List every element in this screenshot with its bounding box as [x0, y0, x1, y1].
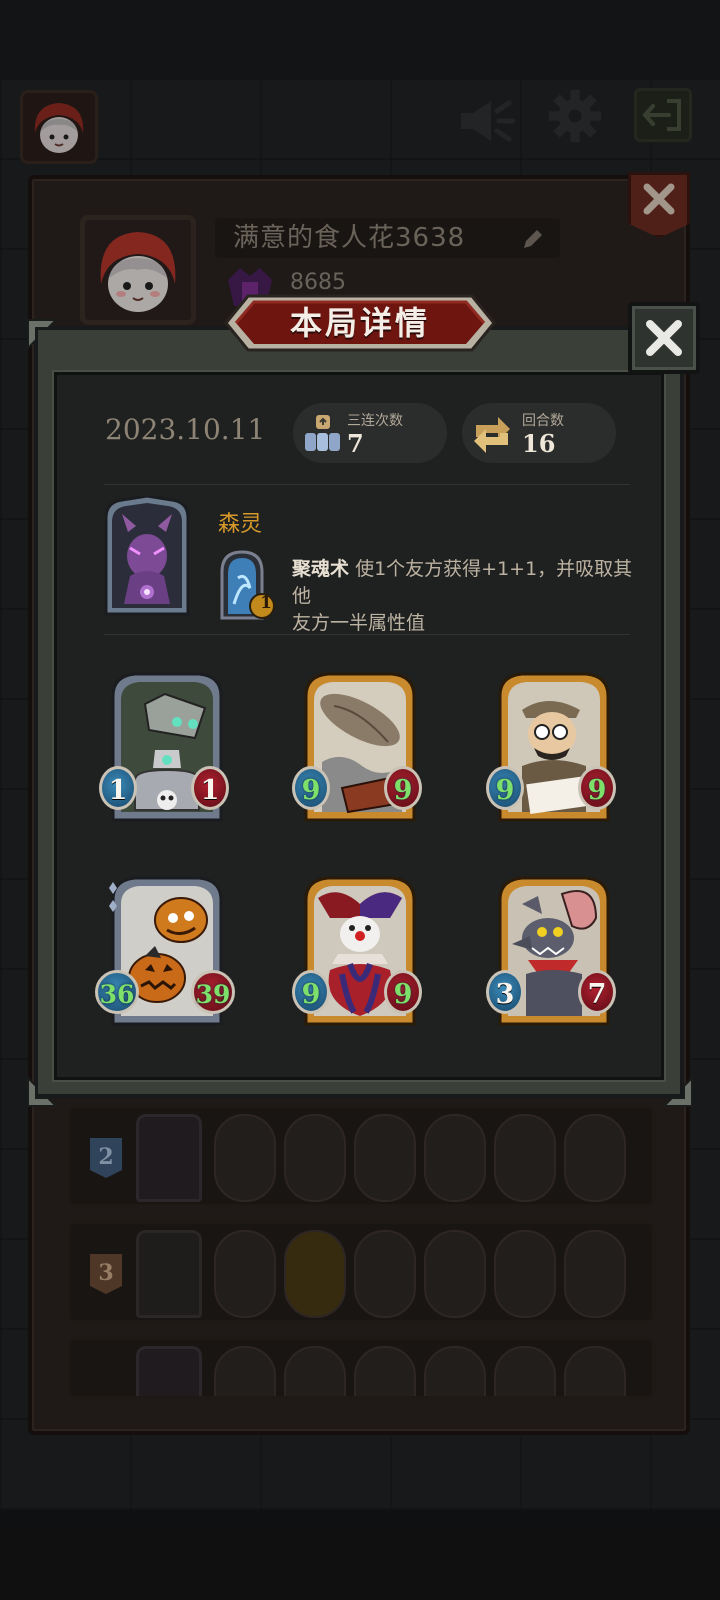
- divider: [104, 634, 630, 635]
- skill-description: 聚魂术 使1个友方获得+1+1，并吸取其他 友方一半属性值: [292, 556, 642, 637]
- wererat-card[interactable]: 3 7: [486, 874, 616, 1038]
- robot-hat-card[interactable]: 1 1: [99, 670, 229, 834]
- attack-stat: 9: [292, 766, 330, 810]
- attack-stat: 9: [292, 970, 330, 1014]
- skill-name: 聚魂术: [292, 558, 350, 580]
- stat-label: 三连次数: [347, 413, 403, 429]
- jester-card[interactable]: 9 9: [292, 874, 422, 1038]
- inventor-card[interactable]: 9 9: [486, 670, 616, 834]
- corner-ornament-icon: [661, 1075, 693, 1107]
- zeppelin-card[interactable]: 9 9: [292, 670, 422, 834]
- hero-portrait: [104, 496, 190, 616]
- stat-value: 16: [522, 429, 556, 458]
- pumpkin-card[interactable]: 36 39: [95, 874, 235, 1038]
- health-stat: 1: [191, 766, 229, 810]
- close-icon: [646, 320, 682, 356]
- round-count-stat: 回合数 16: [462, 403, 616, 463]
- attack-stat: 9: [486, 766, 524, 810]
- stat-label: 回合数: [522, 413, 564, 429]
- corner-ornament-icon: [27, 1075, 59, 1107]
- divider: [104, 484, 630, 485]
- status-bar-area: [0, 0, 720, 80]
- stat-value: 7: [347, 429, 364, 458]
- corner-ornament-icon: [27, 319, 59, 351]
- attack-stat: 3: [486, 970, 524, 1014]
- skill-desc-line-2: 友方一半属性值: [292, 612, 426, 634]
- health-stat: 39: [191, 970, 235, 1014]
- attack-stat: 1: [99, 766, 137, 810]
- triple-count-stat: 三连次数 7: [293, 403, 447, 463]
- health-stat: 7: [578, 970, 616, 1014]
- match-date: 2023.10.11: [105, 413, 266, 446]
- health-stat: 9: [578, 766, 616, 810]
- hero-name: 森灵: [218, 512, 263, 537]
- modal-title: 本局详情: [289, 304, 430, 342]
- rounds-arrows-icon: [474, 417, 510, 453]
- skill-cost: 1: [260, 593, 272, 613]
- attack-stat: 36: [95, 970, 139, 1014]
- modal-close-button[interactable]: [628, 302, 700, 374]
- triple-units-icon: [305, 415, 340, 451]
- health-stat: 9: [384, 766, 422, 810]
- health-stat: 9: [384, 970, 422, 1014]
